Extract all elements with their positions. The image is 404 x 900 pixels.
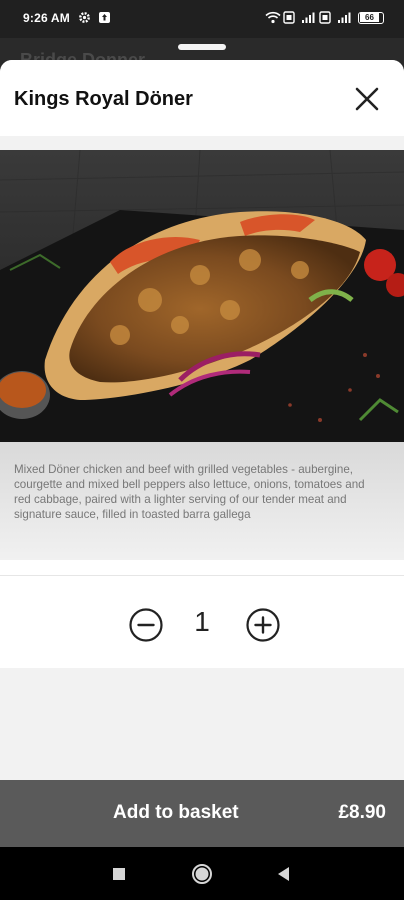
product-photo	[0, 150, 404, 442]
decrease-quantity-button[interactable]	[129, 608, 163, 642]
close-icon	[355, 87, 379, 111]
back-icon	[278, 867, 289, 881]
status-bar: 9:26 AM 66	[0, 0, 404, 38]
battery-level: 66	[360, 12, 379, 22]
sheet-header: Kings Royal Döner	[0, 60, 404, 136]
quantity-value: 1	[194, 606, 210, 637]
minus-circle-icon	[129, 608, 163, 642]
home-icon	[192, 864, 212, 884]
status-left-icons	[78, 11, 112, 24]
gear-icon	[78, 11, 92, 24]
quantity-stepper: 1	[0, 575, 404, 669]
back-button[interactable]	[273, 863, 295, 885]
status-right-icons: 66	[265, 11, 384, 24]
sim-icon	[283, 11, 297, 24]
status-time: 9:26 AM	[23, 11, 70, 25]
signal-icon	[337, 11, 351, 24]
add-to-basket-button[interactable]: Add to basket £8.90	[0, 780, 404, 847]
system-nav-bar	[0, 847, 404, 900]
sheet-spacer	[0, 668, 404, 780]
product-price: £8.90	[338, 802, 386, 823]
plus-circle-icon	[246, 608, 280, 642]
battery-icon: 66	[358, 11, 384, 24]
sheet-drag-handle[interactable]	[178, 44, 226, 50]
product-description: Mixed Döner chicken and beef with grille…	[14, 463, 365, 521]
description-panel: Mixed Döner chicken and beef with grille…	[0, 442, 404, 560]
upload-icon	[98, 11, 112, 24]
wifi-icon	[265, 11, 281, 24]
header-divider	[0, 136, 404, 150]
product-title: Kings Royal Döner	[14, 88, 193, 110]
signal-icon	[301, 11, 315, 24]
increase-quantity-button[interactable]	[246, 608, 280, 642]
product-sheet: Kings Royal Döner Mixed Döner chicken an…	[0, 60, 404, 847]
close-button[interactable]	[354, 86, 380, 112]
recents-icon	[113, 868, 125, 880]
sim-icon	[319, 11, 333, 24]
add-to-basket-label: Add to basket	[113, 802, 239, 823]
recents-button[interactable]	[108, 863, 130, 885]
home-button[interactable]	[191, 863, 213, 885]
